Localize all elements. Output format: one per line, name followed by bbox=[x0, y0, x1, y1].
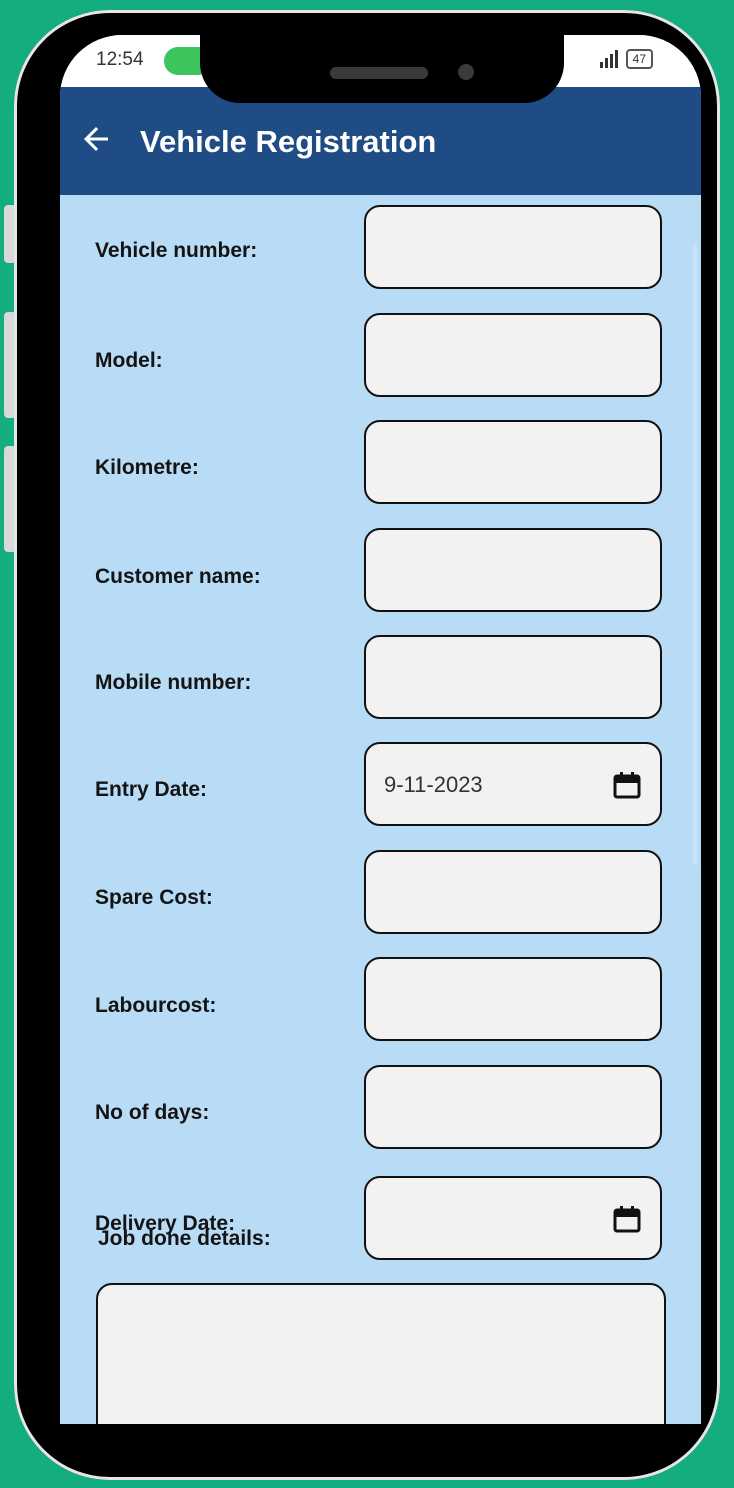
form-row-no-of-days: No of days: bbox=[60, 1065, 701, 1153]
form-row-labourcost: Labourcost: bbox=[60, 957, 701, 1045]
form-row-spare-cost: Spare Cost: bbox=[60, 850, 701, 938]
notch-camera bbox=[458, 64, 474, 80]
vehicle-number-input[interactable] bbox=[364, 205, 662, 289]
spare-cost-label: Spare Cost: bbox=[95, 886, 213, 909]
phone-notch bbox=[200, 35, 564, 103]
mobile-number-label: Mobile number: bbox=[95, 671, 252, 694]
notch-speaker bbox=[330, 67, 428, 79]
phone-screen: 12:54 47 Vehicle Registration Vehicle nu… bbox=[60, 35, 701, 1424]
arrow-left-icon[interactable] bbox=[78, 121, 114, 157]
entry-date-input[interactable]: 9-11-2023 bbox=[364, 742, 662, 826]
labourcost-input[interactable] bbox=[364, 957, 662, 1041]
form-row-model: Model: bbox=[60, 313, 701, 401]
page-title: Vehicle Registration bbox=[140, 124, 437, 159]
entry-date-label: Entry Date: bbox=[95, 778, 208, 801]
no-of-days-label: No of days: bbox=[95, 1101, 210, 1124]
model-label: Model: bbox=[95, 349, 163, 372]
calendar-icon[interactable] bbox=[612, 770, 642, 800]
labourcost-label: Labourcost: bbox=[95, 994, 217, 1017]
status-time: 12:54 bbox=[96, 49, 144, 70]
job-done-details-input[interactable] bbox=[96, 1283, 666, 1424]
spare-cost-input[interactable] bbox=[364, 850, 662, 934]
status-icons: 47 bbox=[599, 49, 653, 69]
app-bar: Vehicle Registration bbox=[60, 87, 701, 195]
customer-name-input[interactable] bbox=[364, 528, 662, 612]
model-input[interactable] bbox=[364, 313, 662, 397]
kilometre-label: Kilometre: bbox=[95, 456, 199, 479]
form-row-vehicle-number: Vehicle number: bbox=[60, 205, 701, 293]
form-row-mobile-number: Mobile number: bbox=[60, 635, 701, 723]
mobile-number-input[interactable] bbox=[364, 635, 662, 719]
form-row-kilometre: Kilometre: bbox=[60, 420, 701, 508]
vehicle-number-label: Vehicle number: bbox=[95, 239, 258, 262]
no-of-days-input[interactable] bbox=[364, 1065, 662, 1149]
calendar-icon[interactable] bbox=[612, 1204, 642, 1234]
delivery-date-input[interactable] bbox=[364, 1176, 662, 1260]
form-row-customer-name: Customer name: bbox=[60, 528, 701, 616]
customer-name-label: Customer name: bbox=[95, 565, 261, 588]
job-done-details-label: Job done details: bbox=[98, 1227, 271, 1250]
signal-icon bbox=[599, 50, 618, 68]
form-row-entry-date: Entry Date: 9-11-2023 bbox=[60, 742, 701, 830]
entry-date-value: 9-11-2023 bbox=[384, 772, 483, 797]
kilometre-input[interactable] bbox=[364, 420, 662, 504]
battery-icon: 47 bbox=[625, 49, 653, 69]
